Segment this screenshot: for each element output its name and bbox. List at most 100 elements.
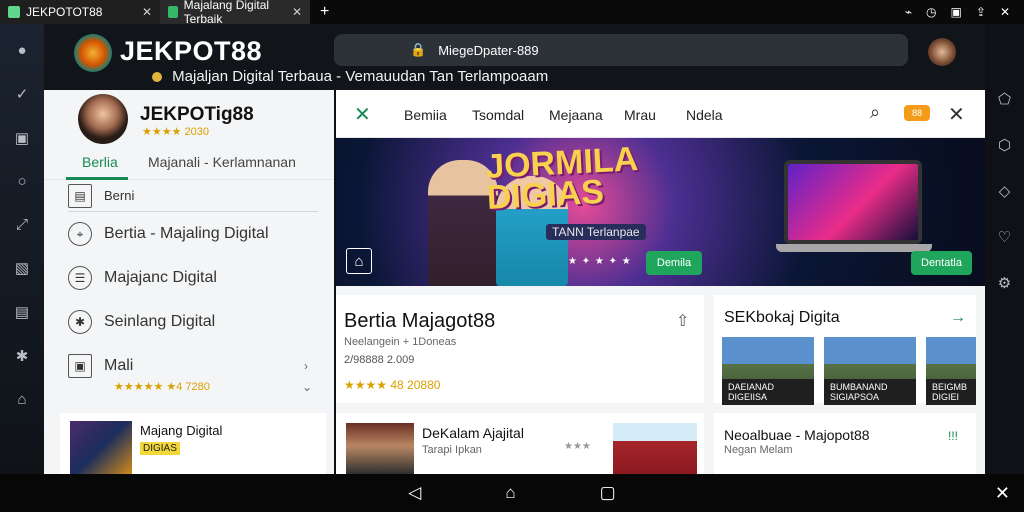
left-card-thumbnail xyxy=(70,421,132,474)
related-title: SEKbokaj Digita xyxy=(724,309,840,326)
check-icon[interactable]: ✓ xyxy=(16,85,29,103)
close-button[interactable]: ✕ xyxy=(995,483,1010,504)
related-tile-1[interactable]: DAEIANAD DIGEIISA xyxy=(722,337,814,405)
nav-close-icon[interactable]: ✕ xyxy=(354,102,371,127)
right-rail: ⬠ ⬡ ◇ ♡ ⚙ xyxy=(985,24,1024,474)
tab-majanali[interactable]: Majanali - Kerlamnanan xyxy=(148,154,296,170)
android-nav-bar: ◁ ⌂ ▢ ✕ xyxy=(0,474,1024,512)
settings-icon: ✱ xyxy=(68,310,92,334)
browser-logo-icon[interactable]: ● xyxy=(17,42,26,59)
close-icon[interactable]: ✕ xyxy=(1000,5,1010,19)
feature-card[interactable]: DeKalam Ajajital Tarapi Ipkan ★★★ xyxy=(336,413,704,474)
save-icon[interactable]: ▤ xyxy=(15,303,29,321)
article-meta-2: 2/98888 2.009 xyxy=(344,354,415,366)
feature-rating: ★★★ xyxy=(564,441,591,452)
menu-item-majajanc[interactable]: ☰ Majajanc Digital xyxy=(68,256,318,300)
tab-berlia[interactable]: Berlia xyxy=(82,154,118,170)
circle-icon[interactable]: ○ xyxy=(17,173,26,190)
profile-name: JEKPOTig88 xyxy=(140,104,254,125)
arrow-right-icon[interactable]: → xyxy=(950,309,966,327)
laptop-image xyxy=(784,160,922,244)
left-card-label: DIGIAS xyxy=(140,442,180,455)
left-card[interactable]: Majang Digital DIGIAS xyxy=(60,413,326,474)
related-tile-3[interactable]: BEIGMB DIGIEI xyxy=(926,337,976,405)
new-tab-button[interactable]: + xyxy=(320,3,329,21)
news-card[interactable]: Neoalbuae - Majopot88 Negan Melam !!! xyxy=(714,413,976,474)
profile-avatar[interactable] xyxy=(78,94,128,144)
left-panel: JEKPOTig88 ★★★★ 2030 Berlia Majanali - K… xyxy=(44,90,334,474)
tile-caption: DAEIANAD DIGEIISA xyxy=(722,379,814,405)
profile-rating: ★★★★ 2030 xyxy=(142,126,209,138)
article-card[interactable]: Bertia Majagot88 Neelangein + 1Doneas 2/… xyxy=(336,295,704,403)
shield-icon[interactable]: ⬡ xyxy=(998,136,1011,154)
chevron-down-icon[interactable]: ⌄ xyxy=(302,380,324,394)
feature-image-1 xyxy=(346,423,414,474)
nav-mejaana[interactable]: Mejaana xyxy=(549,107,603,123)
lock-icon: 🔒 xyxy=(410,42,427,57)
gallery-icon: ▣ xyxy=(68,354,92,378)
user-icon[interactable]: ⌂ xyxy=(17,391,26,408)
article-meta-1: Neelangein + 1Doneas xyxy=(344,336,457,348)
image-icon[interactable]: ▣ xyxy=(15,129,29,147)
compass-icon: ⌖ xyxy=(68,222,92,246)
hero-banner: JORMILA DIGIAS TANN Terlanpae ★ ✦ ★ ✦ ★ … xyxy=(336,138,985,286)
related-card: SEKbokaj Digita → DAEIANAD DIGEIISA BUMB… xyxy=(714,295,976,405)
badge[interactable]: 88 xyxy=(904,105,930,121)
article-title: Bertia Majagot88 xyxy=(344,310,496,332)
document-icon: ☰ xyxy=(68,266,92,290)
feature-title: DeKalam Ajajital xyxy=(422,425,524,441)
menu-label: Bertia - Majaling Digital xyxy=(104,225,269,242)
home-icon[interactable]: ⌂ xyxy=(346,248,372,274)
note-icon: ▤ xyxy=(68,183,92,208)
menu-item-berni[interactable]: ▤ Berni xyxy=(68,180,318,212)
address-text[interactable]: MiegeDpater-889 xyxy=(438,43,538,58)
tile-caption: BUMBANAND SIGIAPSOA xyxy=(824,379,916,405)
nav-mrau[interactable]: Mrau xyxy=(624,107,656,123)
crop-icon[interactable]: ▧ xyxy=(15,259,29,277)
menu-label: Seinlang Digital xyxy=(104,313,216,330)
recent-apps-button[interactable]: ▢ xyxy=(600,483,616,503)
search-icon[interactable]: ⌕ xyxy=(870,102,880,123)
menu-item-bertia[interactable]: ⌖ Bertia - Majaling Digital xyxy=(68,212,318,256)
nav-ndela[interactable]: Ndela xyxy=(686,107,723,123)
address-bar[interactable]: 🔒 MiegeDpater-889 xyxy=(334,34,908,66)
heart-icon[interactable]: ♡ xyxy=(998,228,1011,246)
back-button[interactable]: ◁ xyxy=(408,483,421,503)
close-icon[interactable]: ✕ xyxy=(948,102,965,127)
left-rail: ● ✓ ▣ ○ ⤢ ▧ ▤ ✱ ⌂ xyxy=(0,24,44,474)
left-menu: ▤ Berni ⌖ Bertia - Majaling Digital ☰ Ma… xyxy=(68,180,318,388)
tile-caption-line-1: BUMBANAND xyxy=(830,382,888,392)
expand-icon[interactable]: ⤢ xyxy=(16,216,28,233)
tab-close-icon[interactable]: ✕ xyxy=(142,5,152,19)
tab-majalang[interactable]: Majalang Digital Terbaik ✕ xyxy=(160,0,310,26)
tab-close-icon-2[interactable]: ✕ xyxy=(292,5,302,19)
clock-icon: ◷ xyxy=(926,5,937,19)
pentagon-icon[interactable]: ⬠ xyxy=(998,90,1011,108)
wifi-icon: ⌁ xyxy=(904,5,913,19)
nav-tsomdal[interactable]: Tsomdal xyxy=(472,107,524,123)
hero-title-line-2: DIGIAS xyxy=(485,172,605,217)
brand-tagline: Majaljan Digital Terbaua - Vemauudan Tan… xyxy=(152,68,548,85)
hero-right-button[interactable]: Dentatla xyxy=(911,251,972,275)
main-nav: ✕ Bemiia Tsomdal Mejaana Mrau Ndela ⌕ 88… xyxy=(336,90,985,138)
share-icon[interactable]: ⇧ xyxy=(676,311,689,331)
gallery-icon: ▣ xyxy=(950,5,962,19)
decorative-stars: ★ ✦ ★ ✦ ★ xyxy=(568,256,632,267)
home-button[interactable]: ⌂ xyxy=(505,483,515,503)
feature-image-2 xyxy=(613,423,697,474)
menu-item-seinlang[interactable]: ✱ Seinlang Digital xyxy=(68,300,318,344)
settings-gear-icon[interactable]: ⚙ xyxy=(998,274,1011,292)
hero-left-button[interactable]: Demila xyxy=(646,251,702,275)
tab-logo-icon xyxy=(8,6,20,18)
nav-bemiia[interactable]: Bemiia xyxy=(404,107,447,123)
menu-label: Majajanc Digital xyxy=(104,269,217,286)
related-tile-2[interactable]: BUMBANAND SIGIAPSOA xyxy=(824,337,916,405)
tab-jekpotot88[interactable]: JEKPOTOT88 ✕ xyxy=(0,0,160,24)
diamond-icon[interactable]: ◇ xyxy=(999,182,1011,200)
avatar-1[interactable] xyxy=(928,38,956,66)
system-icons: ⌁ ◷ ▣ ⇪ ✕ xyxy=(905,5,1024,19)
hero-subtitle: TANN Terlanpae xyxy=(546,224,646,240)
settings-icon[interactable]: ✱ xyxy=(16,347,29,365)
share-icon: ⇪ xyxy=(975,5,986,19)
laptop-base xyxy=(776,244,932,252)
